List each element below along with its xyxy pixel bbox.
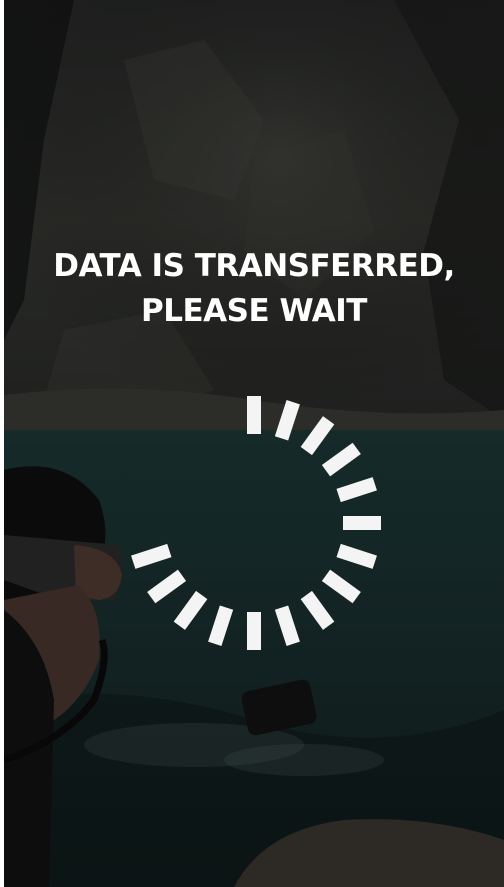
spinner-segment (300, 590, 335, 630)
spinner-segment (247, 396, 261, 434)
spinner-segment (336, 477, 377, 503)
spinner-segment (321, 442, 361, 477)
loading-screen: DATA IS TRANSFERRED, PLEASE WAIT (4, 0, 504, 887)
spinner-segment (247, 612, 261, 650)
spinner-segment (321, 569, 361, 604)
spinner-segment (147, 569, 187, 604)
spinner-segment (336, 543, 377, 569)
loading-spinner (131, 396, 381, 650)
spinner-segment (274, 605, 300, 646)
spinner-segment (343, 516, 381, 530)
spinner-segment (274, 400, 300, 441)
spinner-segment (173, 590, 208, 630)
spinner-segment (300, 416, 335, 456)
spinner-segment (131, 543, 172, 569)
spinner-segment (208, 605, 234, 646)
